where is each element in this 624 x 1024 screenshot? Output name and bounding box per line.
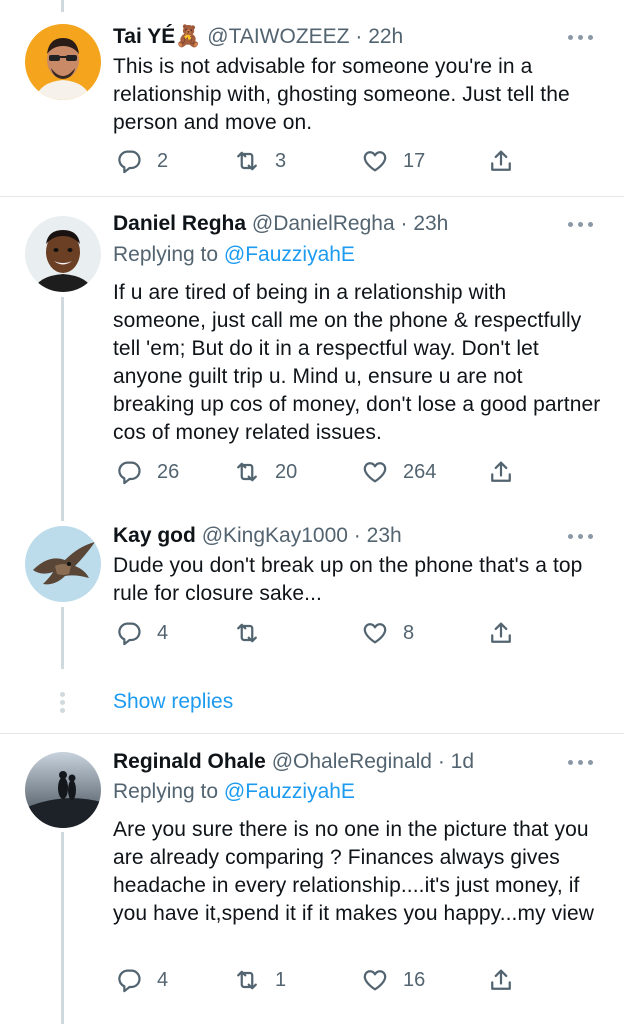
replying-to-label: Replying to <box>113 780 224 803</box>
tweet-text: If u are tired of being in a relationshi… <box>113 281 601 444</box>
replying-to-mention[interactable]: @FauzziyahE <box>224 780 355 803</box>
user-handle[interactable]: @KingKay1000 <box>202 524 348 547</box>
avatar-image <box>25 752 101 828</box>
share-button[interactable] <box>487 617 515 649</box>
retweet-button[interactable]: 1 <box>233 964 286 996</box>
replying-to-mention[interactable]: @FauzziyahE <box>224 243 355 266</box>
thread-line <box>61 832 64 1024</box>
reply-icon <box>118 150 141 174</box>
reply-count: 4 <box>157 968 169 991</box>
like-icon <box>363 462 387 483</box>
reply-count: 2 <box>157 149 169 172</box>
reply-icon <box>118 622 141 646</box>
tweet-header: Kay god @KingKay1000 · 23h <box>113 521 402 551</box>
tweet-actions: 2 3 17 <box>113 145 533 177</box>
avatar[interactable] <box>25 24 101 100</box>
display-name[interactable]: Tai YÉ🧸 <box>113 25 201 48</box>
timestamp[interactable]: 1d <box>451 750 474 773</box>
tweet-actions: 4 1 16 <box>113 964 533 996</box>
avatar[interactable] <box>25 752 101 828</box>
like-button[interactable]: 17 <box>361 145 425 177</box>
retweet-icon <box>237 623 257 643</box>
tweet-actions: 26 20 264 <box>113 456 533 488</box>
timestamp[interactable]: 22h <box>368 25 403 48</box>
like-icon <box>363 623 387 644</box>
avatar[interactable] <box>25 526 101 602</box>
replying-to: Replying to @FauzziyahE <box>113 240 355 270</box>
reply-icon <box>118 461 141 485</box>
user-handle[interactable]: @DanielRegha <box>252 212 395 235</box>
tweet-danielregha[interactable]: Daniel Regha @DanielRegha · 23h Replying… <box>0 197 624 507</box>
retweet-count: 20 <box>275 460 298 483</box>
share-icon <box>491 622 511 643</box>
display-name[interactable]: Reginald Ohale <box>113 750 266 773</box>
tweet-header: Tai YÉ🧸 @TAIWOZEEZ · 22h <box>113 22 403 52</box>
tweet-text: Dude you don't break up on the phone tha… <box>113 554 583 605</box>
retweet-count: 3 <box>275 149 287 172</box>
avatar[interactable] <box>25 216 101 292</box>
thread-line <box>61 507 64 521</box>
user-handle[interactable]: @OhaleReginald <box>272 750 432 773</box>
like-count: 16 <box>403 968 426 991</box>
separator-dot: · <box>355 25 363 48</box>
more-icon[interactable] <box>568 219 594 229</box>
tweet-text: This is not advisable for someone you're… <box>113 55 570 134</box>
retweet-icon <box>237 151 257 171</box>
tweet-kingkay1000[interactable]: Kay god @KingKay1000 · 23h Dude you don'… <box>0 507 624 677</box>
reply-button[interactable]: 2 <box>115 145 168 177</box>
separator-dot: · <box>400 212 408 235</box>
like-button[interactable]: 264 <box>361 456 436 488</box>
reply-button[interactable]: 4 <box>115 964 168 996</box>
tweet-ohalereginald[interactable]: Reginald Ohale @OhaleReginald · 1d Reply… <box>0 734 624 1024</box>
reply-count: 4 <box>157 621 169 644</box>
like-icon <box>363 970 387 991</box>
separator-dot: · <box>353 524 361 547</box>
more-icon[interactable] <box>568 32 594 42</box>
reply-button[interactable]: 26 <box>115 456 179 488</box>
tweet-taiwozeez[interactable]: Tai YÉ🧸 @TAIWOZEEZ · 22h This is not adv… <box>0 0 624 195</box>
thread-ellipsis-icon <box>59 692 67 714</box>
tweet-header: Daniel Regha @DanielRegha · 23h <box>113 209 448 239</box>
replying-to: Replying to @FauzziyahE <box>113 777 355 807</box>
retweet-icon <box>237 970 257 990</box>
retweet-count: 1 <box>275 968 287 991</box>
avatar-image <box>25 526 101 602</box>
separator-dot: · <box>437 750 445 773</box>
user-handle[interactable]: @TAIWOZEEZ <box>207 25 349 48</box>
retweet-button[interactable]: 3 <box>233 145 286 177</box>
avatar-image <box>25 216 101 292</box>
reply-count: 26 <box>157 460 180 483</box>
thread-line <box>61 297 64 507</box>
like-count: 264 <box>403 460 437 483</box>
share-button[interactable] <box>487 456 515 488</box>
share-icon <box>491 150 511 171</box>
thread-line <box>61 607 64 669</box>
like-count: 8 <box>403 621 415 644</box>
tweet-header: Reginald Ohale @OhaleReginald · 1d <box>113 747 474 777</box>
tweet-text: Are you sure there is no one in the pict… <box>113 818 595 925</box>
more-icon[interactable] <box>568 757 594 767</box>
display-name[interactable]: Kay god <box>113 524 196 547</box>
like-button[interactable]: 16 <box>361 964 425 996</box>
share-button[interactable] <box>487 964 515 996</box>
retweet-button[interactable] <box>233 617 275 649</box>
show-replies-link[interactable]: Show replies <box>113 687 233 717</box>
share-icon <box>491 969 511 990</box>
more-icon[interactable] <box>568 531 594 541</box>
display-name[interactable]: Daniel Regha <box>113 212 246 235</box>
timestamp[interactable]: 23h <box>367 524 402 547</box>
retweet-icon <box>237 462 257 482</box>
like-count: 17 <box>403 149 426 172</box>
share-button[interactable] <box>487 145 515 177</box>
timestamp[interactable]: 23h <box>413 212 448 235</box>
like-icon <box>363 151 387 172</box>
avatar-image <box>25 24 101 100</box>
reply-button[interactable]: 4 <box>115 617 168 649</box>
replying-to-label: Replying to <box>113 243 224 266</box>
share-icon <box>491 461 511 482</box>
tweet-actions: 4 8 <box>113 617 533 649</box>
like-button[interactable]: 8 <box>361 617 414 649</box>
retweet-button[interactable]: 20 <box>233 456 297 488</box>
reply-icon <box>118 969 141 993</box>
